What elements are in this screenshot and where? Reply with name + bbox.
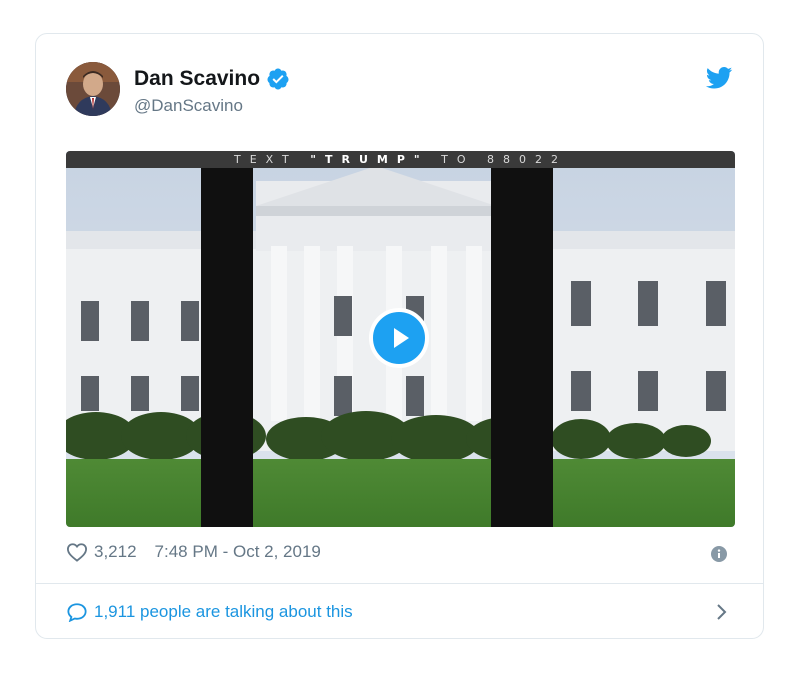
avatar[interactable] bbox=[66, 62, 120, 116]
play-icon bbox=[394, 328, 409, 348]
twitter-bird-icon[interactable] bbox=[706, 67, 733, 89]
tweet-timestamp[interactable]: 7:48 PM - Oct 2, 2019 bbox=[155, 542, 321, 562]
author-name[interactable]: Dan Scavino bbox=[134, 67, 260, 91]
chevron-right-icon[interactable] bbox=[715, 601, 729, 623]
heart-icon[interactable] bbox=[66, 542, 88, 562]
caption-text-1: TEXT bbox=[234, 153, 311, 166]
author-handle[interactable]: @DanScavino bbox=[134, 96, 243, 116]
divider bbox=[36, 583, 763, 584]
comment-bubble-icon bbox=[67, 603, 87, 622]
video-caption-banner: TEXT "TRUMP" TO 88022 bbox=[66, 151, 735, 168]
caption-text-3: TO 88022 bbox=[428, 153, 567, 166]
tweet-meta: 3,212 7:48 PM - Oct 2, 2019 bbox=[66, 542, 321, 562]
info-icon[interactable] bbox=[711, 546, 727, 562]
verified-icon bbox=[267, 68, 289, 90]
conversation-text[interactable]: 1,911 people are talking about this bbox=[94, 602, 353, 622]
conversation-link[interactable]: 1,911 people are talking about this bbox=[66, 602, 353, 622]
tweet-card: Dan Scavino @DanScavino TEXT "TRUMP" TO … bbox=[35, 33, 764, 639]
play-button[interactable] bbox=[369, 308, 429, 368]
like-count[interactable]: 3,212 bbox=[94, 542, 137, 562]
author-name-row[interactable]: Dan Scavino bbox=[134, 67, 290, 91]
video-player[interactable]: TEXT "TRUMP" TO 88022 bbox=[66, 151, 735, 527]
caption-text-2: "TRUMP" bbox=[310, 153, 429, 166]
